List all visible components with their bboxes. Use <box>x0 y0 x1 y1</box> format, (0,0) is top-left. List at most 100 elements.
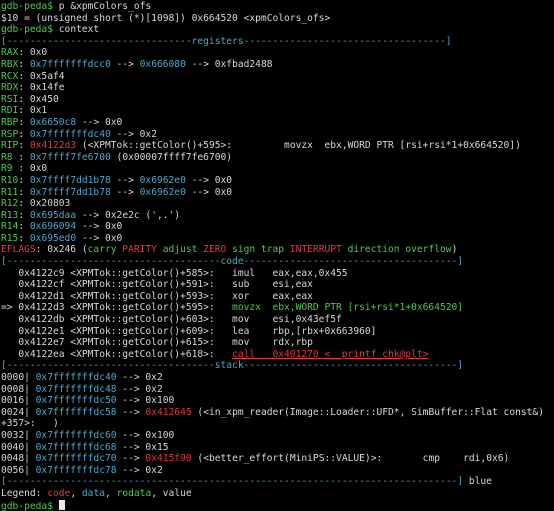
terminal-line: RDI: 0x1 <box>1 105 554 117</box>
terminal-text: movzx ebx,WORD PTR [rsi+rsi*1+0x664520] <box>232 302 464 314</box>
terminal-text: RIP <box>1 140 19 152</box>
terminal-line: 0x4122d1 <XPMTok::getColor()+593>: xor e… <box>1 291 554 303</box>
terminal-text: 0x7fffffffdc70 <box>35 453 117 465</box>
terminal-text: --> 0x15 <box>116 441 169 453</box>
terminal-line: RSP: 0x7fffffffdc40 --> 0x2 <box>1 129 554 141</box>
terminal-line: R12: 0x20803 <box>1 198 554 210</box>
terminal-line: R9 : 0x0 <box>1 163 554 175</box>
terminal-line: 0x4122cf <XPMTok::getColor()+591>: sub e… <box>1 279 554 291</box>
terminal-line: 0x4122ea <XPMTok::getColor()+618>: call … <box>1 349 554 361</box>
terminal-text: R9 <box>1 163 19 175</box>
terminal-text: 0x7fffffffdc78 <box>35 464 117 476</box>
terminal-text: --> 0x0 <box>76 232 123 244</box>
terminal-text: RCX <box>1 70 19 82</box>
terminal-text: : 0x246 ( <box>35 244 88 256</box>
terminal-text: RAX <box>1 47 19 59</box>
terminal-text: --> 0x0 <box>185 174 233 186</box>
terminal-line: +357>: ) <box>1 418 554 430</box>
terminal-text: EFLAGS <box>1 244 36 256</box>
terminal-text: 0x7fffffffdc48 <box>35 383 117 395</box>
terminal-text: ZERO <box>203 244 233 256</box>
terminal-text: : <box>18 209 30 221</box>
terminal-text: (<XPMTok::getColor()+595>: movzx ebx,WOR… <box>76 140 521 152</box>
terminal-line: 0024| 0x7fffffffdc58 --> 0x412645 (<in_x… <box>1 407 554 419</box>
terminal-line: RIP: 0x4122d3 (<XPMTok::getColor()+595>:… <box>1 140 554 152</box>
terminal-text: 0x7fffffffdc68 <box>35 441 117 453</box>
terminal-text: adjust <box>162 244 204 256</box>
terminal-line: gdb-peda$ <box>1 499 554 511</box>
terminal-text: 0x6962e0 <box>139 174 186 186</box>
terminal-text: rodata <box>116 487 152 499</box>
terminal-text: 0040| <box>1 441 36 453</box>
terminal-text: : <box>18 186 30 198</box>
terminal-line: => 0x4122d3 <XPMTok::getColor()+595>: mo… <box>1 302 554 314</box>
terminal-line: 0048| 0x7fffffffdc70 --> 0x415f90 (<bett… <box>1 453 554 465</box>
terminal-text: code <box>47 487 71 499</box>
terminal-text: 0x412645 <box>145 406 192 418</box>
terminal-text: : 0x20803 <box>18 198 71 210</box>
terminal-text: --> 0x100 <box>116 429 175 441</box>
terminal-text: 0x7fffffffdc40 <box>29 128 111 140</box>
terminal-text: R10 <box>1 174 19 186</box>
terminal-text: data <box>81 487 105 499</box>
terminal-text: sign trap <box>232 244 290 256</box>
terminal-line: 0000| 0x7fffffffdc40 --> 0x2 <box>1 372 554 384</box>
terminal-line: R13: 0x695daa --> 0x2e2c (',.') <box>1 210 554 222</box>
terminal-text: 0x4122ea <XPMTok::getColor()+618>: <box>1 348 233 360</box>
terminal-text: --> 0x100 <box>116 395 175 407</box>
terminal-text: --> <box>116 406 146 418</box>
terminal-text: --> 0x2e2c (',.') <box>76 209 181 221</box>
terminal-text: carry <box>87 244 123 256</box>
terminal-text: (<better_effort(MiniPS::VALUE)>: cmp rdi… <box>191 453 510 465</box>
terminal-text: --> <box>110 58 140 70</box>
terminal-text: --> <box>116 453 146 465</box>
terminal-line: RBP: 0x6650c8 --> 0x0 <box>1 117 554 129</box>
terminal-text: $10 = (unsigned short (*)[1098]) 0x66452… <box>1 12 331 24</box>
terminal-text: 0008| <box>1 383 36 395</box>
terminal-text: [---------------------------------------… <box>1 476 464 488</box>
terminal-text: => 0x4122d3 <XPMTok::getColor()+595>: <box>1 302 233 314</box>
terminal-text: INTERRUPT <box>289 244 348 256</box>
terminal-text: , value <box>151 487 192 499</box>
terminal-text: 0056| <box>1 464 36 476</box>
terminal-line: RCX: 0x5af4 <box>1 71 554 83</box>
terminal-text: R13 <box>1 209 19 221</box>
terminal-text: --> 0x0 <box>76 221 123 233</box>
terminal-text: : 0x450 <box>18 93 59 105</box>
terminal-line: RSI: 0x450 <box>1 94 554 106</box>
terminal-text: : <box>18 58 30 70</box>
terminal-line: R8 : 0x7ffff7fe6700 (0x00007ffff7fe6700) <box>1 152 554 164</box>
terminal-text: --> <box>110 174 140 186</box>
terminal-text: RDX <box>1 82 19 94</box>
terminal-line: gdb-peda$ context <box>1 24 554 36</box>
terminal-text: 0x4122cf <XPMTok::getColor()+591>: sub e… <box>1 279 313 291</box>
terminal-text: 0x7fffffffdc60 <box>35 429 117 441</box>
terminal-line: gdb-peda$ p &xpmColors_ofs <box>1 1 554 13</box>
terminal-line: 0x4122db <XPMTok::getColor()+603>: mov e… <box>1 314 554 326</box>
terminal-text: : <box>18 151 30 163</box>
terminal-text: Legend: <box>1 487 48 499</box>
terminal-text: 0032| <box>1 429 36 441</box>
terminal-text: R14 <box>1 221 19 233</box>
terminal-text: : 0x14fe <box>18 82 65 94</box>
terminal-line: Legend: code, data, rodata, value <box>1 488 554 500</box>
terminal-line: [------------------------------------sta… <box>1 360 554 372</box>
terminal-text: blue <box>463 476 492 488</box>
terminal-text: RSI <box>1 93 19 105</box>
terminal-line: [--------------------------------registe… <box>1 36 554 48</box>
terminal-text: : <box>18 174 30 186</box>
terminal-text: context <box>58 24 100 36</box>
terminal-text: 0024| <box>1 406 36 418</box>
terminal-output[interactable]: gdb-peda$ p &xpmColors_ofs $10 = (unsigne… <box>0 0 554 511</box>
terminal-line: [---------------------------------------… <box>1 476 554 488</box>
terminal-text: 0x695ed0 <box>29 232 77 244</box>
terminal-text: call 0x401270 <__printf_chk@plt> <box>232 348 429 360</box>
terminal-line: EFLAGS: 0x246 (carry PARITY adjust ZERO … <box>1 244 554 256</box>
terminal-line: R10: 0x7ffff7dd1b78 --> 0x6962e0 --> 0x0 <box>1 175 554 187</box>
terminal-text: : <box>18 221 30 233</box>
terminal-text: 0x7ffff7fe6700 <box>29 151 111 163</box>
terminal-text: 0x696094 <box>29 221 77 233</box>
terminal-text: PARITY <box>122 244 163 256</box>
terminal-text: 0x4122db <XPMTok::getColor()+603>: mov e… <box>1 314 342 326</box>
terminal-line: 0008| 0x7fffffffdc48 --> 0x2 <box>1 384 554 396</box>
